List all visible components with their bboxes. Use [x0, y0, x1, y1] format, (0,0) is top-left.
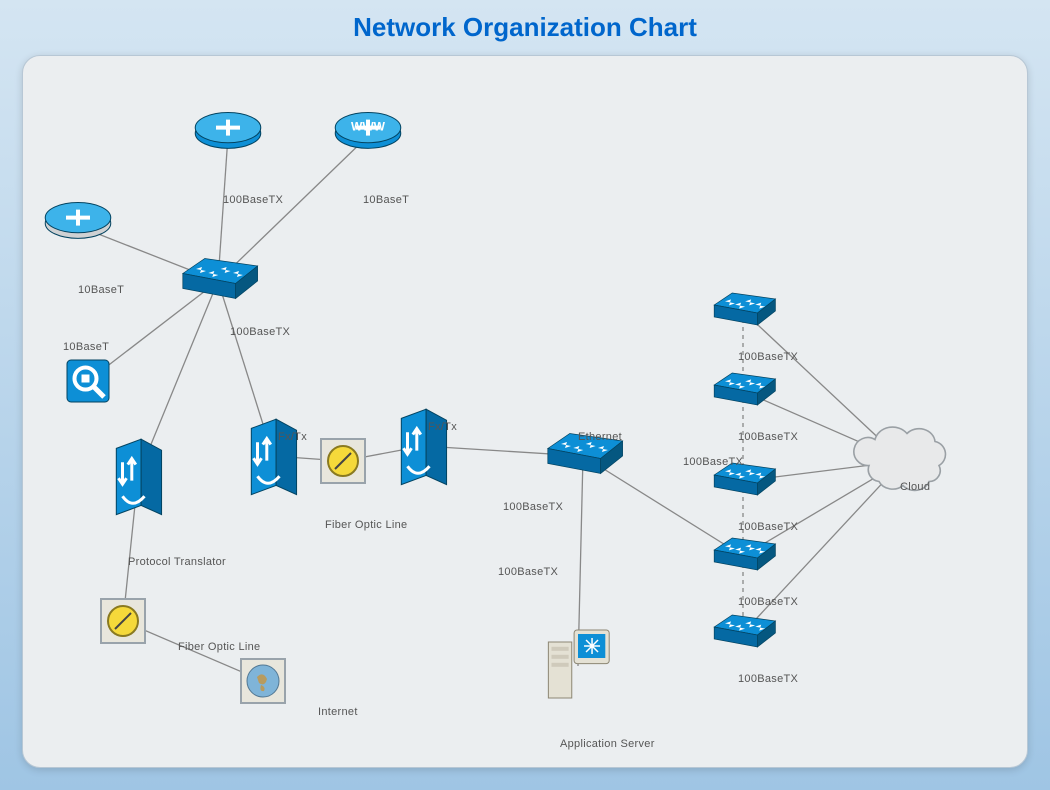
router_blue-icon [189, 108, 267, 164]
fiber_a-label: Fiber Optic Line [325, 519, 407, 531]
diagram-canvas: 10BaseT 100BaseTX WWW 10BaseT 10BaseT 100Base… [23, 56, 1027, 767]
sw_r4-label: 100BaseTX [738, 596, 798, 608]
www_disk-icon: WWW [329, 108, 407, 164]
fxtx_b-label: Fx/Tx [428, 421, 457, 433]
diagram-title: Network Organization Chart [0, 0, 1050, 43]
prot_trans-icon [107, 430, 169, 522]
router_gray-icon [39, 198, 117, 254]
switch_left_lbl-label: 100BaseTX [683, 456, 743, 468]
router_blue-label: 100BaseTX [223, 194, 283, 206]
sw_app-label: 100BaseTX [498, 566, 558, 578]
internet-icon [238, 656, 288, 706]
fxtx_a-icon [242, 410, 304, 502]
sw_r2-icon [707, 371, 779, 411]
magnifier-label: 10BaseT [63, 341, 109, 353]
connection-layer [23, 56, 1029, 771]
sw_r1-icon [707, 291, 779, 331]
sw_r5-icon [707, 613, 779, 653]
diagram-panel: 10BaseT 100BaseTX WWW 10BaseT 10BaseT 100Base… [22, 55, 1028, 768]
router_gray-label: 10BaseT [78, 284, 124, 296]
fiber_b-icon [98, 596, 148, 646]
fiber_b-label: Fiber Optic Line [178, 641, 260, 653]
appserver-label: Application Server [560, 738, 655, 750]
sw_r4-icon [707, 536, 779, 576]
fxtx_a-label: Fx/Tx [278, 431, 307, 443]
switch_b-label: 100BaseTX [503, 501, 563, 513]
fxtx_b-icon [392, 400, 454, 492]
sw_r5-label: 100BaseTX [738, 673, 798, 685]
svg-text:WWW: WWW [351, 119, 386, 133]
switch_a-icon [174, 256, 262, 306]
cloud-label: Cloud [900, 481, 930, 493]
sw_r2-label: 100BaseTX [738, 431, 798, 443]
internet-label: Internet [318, 706, 358, 718]
sw_r1-label: 100BaseTX [738, 351, 798, 363]
sw_r3-label: 100BaseTX [738, 521, 798, 533]
appserver-icon [539, 626, 617, 706]
prot_trans-label: Protocol Translator [128, 556, 226, 568]
switch_a-label: 100BaseTX [230, 326, 290, 338]
www_disk-label: 10BaseT [363, 194, 409, 206]
fiber_a-icon [318, 436, 368, 486]
ethernet_lbl-label: Ethernet [578, 431, 622, 443]
magnifier-icon [63, 356, 113, 406]
